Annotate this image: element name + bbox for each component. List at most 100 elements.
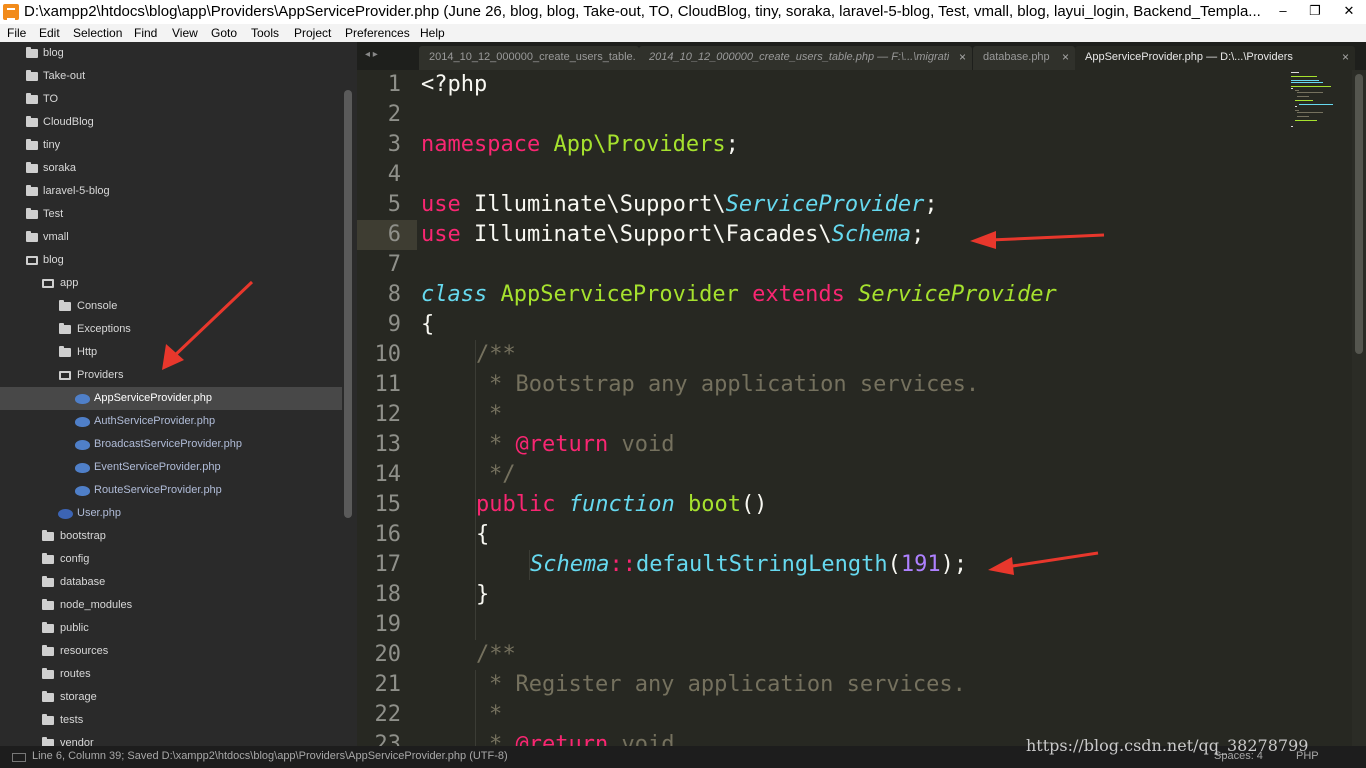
tab-appserviceprovider[interactable]: AppServiceProvider.php — D:\...\Provider…	[1075, 46, 1355, 70]
sidebar-item-soraka[interactable]: soraka	[0, 157, 342, 180]
sidebar-item-label: BroadcastServiceProvider.php	[94, 438, 242, 450]
tab-close-icon[interactable]: ×	[959, 50, 966, 64]
sidebar-item-to[interactable]: TO	[0, 88, 342, 111]
code-line-9: {	[421, 310, 434, 340]
menu-goto[interactable]: Goto	[211, 26, 237, 40]
sublime-app-icon	[3, 4, 19, 20]
sidebar-item-label: vendor	[60, 737, 94, 746]
tab-close-icon[interactable]: ×	[1062, 50, 1069, 64]
line-number: 23	[374, 732, 402, 746]
code-line-23: * @return void	[489, 730, 674, 746]
minimap[interactable]	[1289, 70, 1349, 150]
line-number: 8	[387, 282, 401, 307]
sidebar-item-tiny[interactable]: tiny	[0, 134, 342, 157]
sidebar-item-app[interactable]: app	[0, 272, 342, 295]
sidebar-item-appserviceprovider[interactable]: AppServiceProvider.php	[0, 387, 342, 410]
code-line-12: *	[489, 400, 502, 430]
line-number: 10	[374, 342, 402, 367]
sidebar-item-vendor[interactable]: vendor	[0, 732, 342, 746]
punctuation: ;	[911, 222, 925, 247]
close-button[interactable]: ✕	[1334, 0, 1364, 22]
sidebar-item-providers[interactable]: Providers	[0, 364, 342, 387]
sidebar-item-label: blog	[43, 254, 64, 266]
menu-tools[interactable]: Tools	[251, 26, 279, 40]
sidebar-item-take-out[interactable]: Take-out	[0, 65, 342, 88]
sidebar-item-http[interactable]: Http	[0, 341, 342, 364]
sidebar-item-authserviceprovider[interactable]: AuthServiceProvider.php	[0, 410, 342, 433]
code-line-13: * @return void	[489, 430, 674, 460]
php-file-icon	[75, 486, 90, 496]
menu-preferences[interactable]: Preferences	[345, 26, 410, 40]
class-name: Schema	[530, 552, 610, 577]
menu-help[interactable]: Help	[420, 26, 445, 40]
comment: * Register any application services.	[489, 672, 966, 697]
sidebar-item-broadcastserviceprovider[interactable]: BroadcastServiceProvider.php	[0, 433, 342, 456]
sidebar-item-user-php[interactable]: User.php	[0, 502, 342, 525]
sidebar-item-eventserviceprovider[interactable]: EventServiceProvider.php	[0, 456, 342, 479]
sidebar-item-cloudblog[interactable]: CloudBlog	[0, 111, 342, 134]
number-literal: 191	[900, 552, 941, 577]
comment: /**	[476, 642, 516, 667]
code-line-21: * Register any application services.	[489, 670, 966, 700]
comment: */	[489, 462, 516, 487]
sidebar-item-label: routes	[60, 668, 91, 680]
sidebar-item-console[interactable]: Console	[0, 295, 342, 318]
panel-toggle-icon[interactable]	[12, 753, 26, 762]
menu-project[interactable]: Project	[294, 26, 331, 40]
sidebar-item-label: config	[60, 553, 90, 565]
sidebar-item-vmall[interactable]: vmall	[0, 226, 342, 249]
sidebar-item-bootstrap[interactable]: bootstrap	[0, 525, 342, 548]
tab-close-icon[interactable]: ×	[1342, 50, 1349, 64]
sidebar-item-public[interactable]: public	[0, 617, 342, 640]
comment: *	[489, 402, 503, 427]
code-editor[interactable]: 1 2 3 4 5 6 7 8 9 10 11 12 13 14 15 16 1…	[357, 70, 1366, 746]
menu-file[interactable]: File	[7, 26, 26, 40]
sidebar-item-label: blog	[43, 47, 64, 59]
sidebar-item-laravel-5-blog[interactable]: laravel-5-blog	[0, 180, 342, 203]
folder-open-icon	[59, 371, 71, 380]
menu-view[interactable]: View	[172, 26, 198, 40]
folder-icon	[26, 185, 38, 196]
editor-scrollbar[interactable]	[1352, 70, 1366, 746]
restore-button[interactable]: ❐	[1300, 0, 1330, 22]
sidebar-item-label: soraka	[43, 162, 77, 174]
tab-create-users-table-migrations[interactable]: 2014_10_12_000000_create_users_table.php…	[639, 46, 972, 70]
namespace-name: App\Providers	[553, 132, 726, 157]
sidebar-scrollbar[interactable]	[344, 90, 352, 518]
window-title: D:\xampp2\htdocs\blog\app\Providers\AppS…	[24, 3, 1261, 20]
folder-icon	[59, 300, 71, 311]
comment: * Bootstrap any application services.	[489, 372, 980, 397]
folder-open-icon	[26, 256, 38, 265]
sidebar-item-storage[interactable]: storage	[0, 686, 342, 709]
menu-bar: File Edit Selection Find View Goto Tools…	[0, 24, 1366, 42]
sidebar-item-label: Exceptions	[77, 323, 131, 335]
sidebar-file-tree: blog Take-out TO CloudBlog tiny soraka l…	[0, 42, 357, 746]
menu-find[interactable]: Find	[134, 26, 157, 40]
tab-label: database.php	[983, 51, 1050, 63]
minimize-button[interactable]: –	[1268, 0, 1298, 22]
folder-icon	[26, 162, 38, 173]
sidebar-item-routeserviceprovider[interactable]: RouteServiceProvider.php	[0, 479, 342, 502]
sidebar-item-tests[interactable]: tests	[0, 709, 342, 732]
keyword: public	[476, 492, 556, 517]
sidebar-item-blog-open[interactable]: blog	[0, 249, 342, 272]
line-number: 19	[374, 612, 402, 637]
namespace-path: Illuminate\Support\Facades\	[474, 222, 832, 247]
sidebar-item-database[interactable]: database	[0, 571, 342, 594]
tab-create-users-table[interactable]: 2014_10_12_000000_create_users_table.php	[419, 46, 639, 70]
sidebar-item-blog[interactable]: blog	[0, 42, 342, 65]
sidebar-item-exceptions[interactable]: Exceptions	[0, 318, 342, 341]
tab-database[interactable]: database.php ×	[973, 46, 1075, 70]
sidebar-item-label: EventServiceProvider.php	[94, 461, 221, 473]
line-number-gutter: 1 2 3 4 5 6 7 8 9 10 11 12 13 14 15 16 1…	[357, 70, 413, 746]
class-name: AppServiceProvider	[500, 282, 739, 307]
tab-nav-arrows[interactable]: ◂ ▸	[365, 49, 378, 60]
sidebar-item-test[interactable]: Test	[0, 203, 342, 226]
sidebar-item-routes[interactable]: routes	[0, 663, 342, 686]
sidebar-item-config[interactable]: config	[0, 548, 342, 571]
menu-selection[interactable]: Selection	[73, 26, 122, 40]
scrollbar-thumb[interactable]	[1355, 74, 1363, 354]
menu-edit[interactable]: Edit	[39, 26, 60, 40]
sidebar-item-node-modules[interactable]: node_modules	[0, 594, 342, 617]
sidebar-item-resources[interactable]: resources	[0, 640, 342, 663]
